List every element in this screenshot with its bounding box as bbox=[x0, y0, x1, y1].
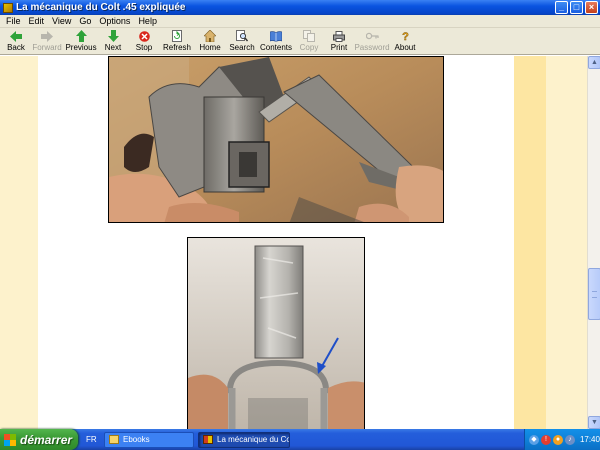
system-tray: ◆ ! ● ♪ 17:40 bbox=[524, 429, 600, 450]
copy-label: Copy bbox=[299, 43, 319, 52]
stop-icon bbox=[138, 30, 151, 42]
toolbar: Back Forward Previous Next Stop Refresh … bbox=[0, 28, 600, 55]
menu-view[interactable]: View bbox=[48, 16, 75, 26]
folder-icon bbox=[109, 435, 119, 444]
copy-icon bbox=[303, 30, 316, 42]
home-label: Home bbox=[199, 43, 221, 52]
network-icon[interactable]: ◆ bbox=[529, 434, 539, 445]
scroll-up-arrow-icon[interactable]: ▲ bbox=[588, 56, 600, 69]
taskbar: démarrer FR Ebooks La mécanique du Colt.… bbox=[0, 429, 600, 450]
refresh-label: Refresh bbox=[162, 43, 191, 52]
menu-edit[interactable]: Edit bbox=[25, 16, 49, 26]
taskbar-button-label: Ebooks bbox=[123, 435, 150, 444]
taskbar-button-ebook[interactable]: La mécanique du Colt... bbox=[198, 431, 290, 448]
previous-label: Previous bbox=[65, 43, 97, 52]
close-button[interactable]: × bbox=[585, 1, 598, 14]
svg-text:?: ? bbox=[402, 31, 409, 42]
print-label: Print bbox=[330, 43, 348, 52]
ebook-icon bbox=[203, 435, 213, 444]
minimize-button[interactable]: _ bbox=[555, 1, 568, 14]
about-button[interactable]: ? About bbox=[390, 28, 420, 54]
home-button[interactable]: Home bbox=[194, 28, 226, 54]
search-label: Search bbox=[229, 43, 255, 52]
copy-button[interactable]: Copy bbox=[294, 28, 324, 54]
back-button[interactable]: Back bbox=[2, 28, 30, 54]
back-arrow-icon bbox=[10, 30, 23, 42]
scroll-thumb[interactable] bbox=[588, 268, 600, 320]
window-controls: _ □ × bbox=[555, 1, 598, 14]
page-margin-left bbox=[0, 56, 38, 429]
contents-button[interactable]: Contents bbox=[258, 28, 294, 54]
language-indicator[interactable]: FR bbox=[86, 435, 100, 444]
window-title: La mécanique du Colt .45 expliquée bbox=[16, 2, 186, 13]
volume-icon[interactable]: ♪ bbox=[564, 434, 575, 445]
scroll-down-arrow-icon[interactable]: ▼ bbox=[588, 416, 600, 429]
back-label: Back bbox=[7, 43, 25, 52]
page-margin-right-stripe bbox=[514, 56, 546, 429]
about-label: About bbox=[394, 43, 416, 52]
start-label: démarrer bbox=[20, 432, 73, 447]
maximize-button[interactable]: □ bbox=[570, 1, 583, 14]
page-margin-right bbox=[546, 56, 587, 429]
refresh-button[interactable]: Refresh bbox=[160, 28, 194, 54]
home-icon bbox=[204, 30, 217, 42]
search-icon bbox=[236, 30, 249, 42]
next-label: Next bbox=[104, 43, 122, 52]
ebook-page bbox=[0, 56, 587, 429]
forward-arrow-icon bbox=[41, 30, 54, 42]
contents-icon bbox=[270, 30, 283, 42]
colt-mechanism-photo bbox=[108, 56, 444, 223]
spring-pliers-photo bbox=[187, 237, 365, 429]
previous-button[interactable]: Previous bbox=[64, 28, 98, 54]
up-arrow-icon bbox=[75, 30, 88, 42]
stop-label: Stop bbox=[135, 43, 153, 52]
scroll-grip bbox=[592, 291, 597, 298]
clock[interactable]: 17:40 bbox=[580, 435, 600, 444]
print-button[interactable]: Print bbox=[324, 28, 354, 54]
password-button[interactable]: Password bbox=[354, 28, 390, 54]
taskbar-button-ebooks[interactable]: Ebooks bbox=[104, 431, 194, 448]
contents-label: Contents bbox=[259, 43, 293, 52]
menu-file[interactable]: File bbox=[2, 16, 25, 26]
next-button[interactable]: Next bbox=[98, 28, 128, 54]
down-arrow-icon bbox=[107, 30, 120, 42]
taskbar-button-label: La mécanique du Colt... bbox=[217, 435, 289, 444]
key-icon bbox=[365, 30, 379, 42]
stop-button[interactable]: Stop bbox=[128, 28, 160, 54]
windows-logo-icon bbox=[4, 433, 16, 446]
menu-bar: File Edit View Go Options Help bbox=[0, 15, 600, 28]
menu-options[interactable]: Options bbox=[95, 16, 134, 26]
refresh-icon bbox=[171, 30, 184, 42]
forward-label: Forward bbox=[32, 43, 62, 52]
vertical-scrollbar[interactable]: ▲ ▼ bbox=[587, 56, 600, 429]
start-button[interactable]: démarrer bbox=[0, 429, 78, 450]
menu-go[interactable]: Go bbox=[75, 16, 95, 26]
forward-button[interactable]: Forward bbox=[30, 28, 64, 54]
search-button[interactable]: Search bbox=[226, 28, 258, 54]
print-icon bbox=[333, 30, 346, 42]
about-icon: ? bbox=[399, 30, 412, 42]
title-bar[interactable]: La mécanique du Colt .45 expliquée _ □ × bbox=[0, 0, 600, 15]
ebook-app-icon bbox=[3, 2, 13, 13]
security-shield-icon[interactable]: ! bbox=[540, 434, 551, 445]
antivirus-icon[interactable]: ● bbox=[552, 434, 563, 445]
password-label: Password bbox=[354, 43, 390, 52]
menu-help[interactable]: Help bbox=[134, 16, 161, 26]
